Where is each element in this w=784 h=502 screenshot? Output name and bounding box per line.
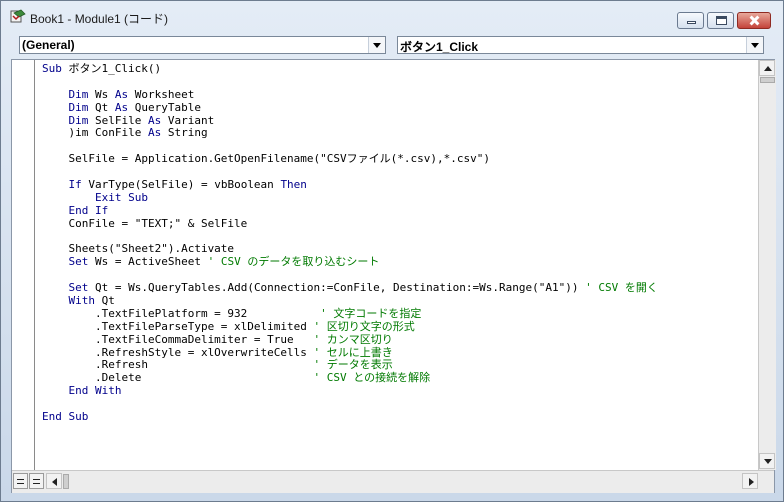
scroll-down-icon[interactable] <box>759 453 775 469</box>
window-title: Book1 - Module1 (コード) <box>30 12 169 26</box>
scroll-up-icon[interactable] <box>759 60 775 76</box>
code-text: .TextFilePlatform = 932 <box>42 306 321 320</box>
code-keyword: As <box>114 87 129 101</box>
code-keyword: As <box>147 113 162 127</box>
code-keyword: Exit Sub <box>94 190 148 204</box>
code-text: .RefreshStyle = xlOverwriteCells <box>42 345 314 359</box>
code-comment: ' カンマ区切り <box>313 332 393 346</box>
code-text: Ws = ActiveSheet <box>88 255 208 269</box>
vba-editor-icon <box>10 9 26 23</box>
code-keyword: Set <box>68 255 89 269</box>
bottom-bar <box>12 470 774 493</box>
maximize-button[interactable] <box>707 12 734 29</box>
code-comment: ' 区切り文字の形式 <box>313 319 415 333</box>
code-text: Worksheet <box>128 87 195 101</box>
code-keyword: With <box>68 294 96 308</box>
code-keyword: If <box>68 178 82 192</box>
code-text: Ws <box>88 87 115 101</box>
code-line[interactable]: End With <box>42 384 742 398</box>
code-line[interactable]: ConFile = "TEXT;" & SelFile <box>42 216 742 231</box>
code-text: .TextFileParseType = xlDelimited <box>42 319 314 333</box>
code-text: QueryTable <box>128 100 201 114</box>
code-line[interactable]: Set Qt = Ws.QueryTables.Add(Connection:=… <box>42 281 742 295</box>
code-line[interactable]: SelFile = Application.GetOpenFilename("C… <box>42 152 742 166</box>
code-keyword: As <box>114 100 129 114</box>
code-keyword: Dim <box>68 100 89 114</box>
code-window: Book1 - Module1 (コード) (General) ボタン1_Cli… <box>0 0 784 502</box>
code-text: Sheets("Sheet2").Activate <box>42 242 235 256</box>
code-text: )im ConFile <box>42 126 148 140</box>
code-text: ボタン1_Click() <box>61 63 162 75</box>
code-text: .Delete <box>42 371 314 385</box>
code-keyword: Dim <box>68 113 89 127</box>
code-keyword: End Sub <box>42 410 89 424</box>
code-editor[interactable]: Sub ボタン1_Click() Dim Ws As Worksheet Dim… <box>11 59 776 493</box>
object-dropdown-value: (General) <box>22 38 75 52</box>
code-keyword: End If <box>68 203 109 217</box>
code-line[interactable]: End Sub <box>42 410 742 424</box>
horizontal-scroll-thumb[interactable] <box>63 474 69 489</box>
code-keyword: As <box>147 126 162 140</box>
code-keyword: Then <box>280 178 307 192</box>
code-keyword: Sub <box>42 63 62 75</box>
code-text: Variant <box>161 113 215 127</box>
scroll-right-icon[interactable] <box>742 473 758 489</box>
code-text: Qt <box>95 294 115 308</box>
code-text: .TextFileCommaDelimiter = True <box>42 332 314 346</box>
code-comment: ' 文字コードを指定 <box>320 306 422 320</box>
scroll-left-icon[interactable] <box>46 473 62 489</box>
chevron-down-icon[interactable] <box>746 37 763 53</box>
code-keyword: Dim <box>68 87 89 101</box>
code-text: SelFile <box>88 113 148 127</box>
close-button[interactable] <box>737 12 771 29</box>
code-line[interactable]: Exit Sub <box>42 190 742 205</box>
code-comment: ' CSV を開く <box>585 281 658 295</box>
code-line[interactable]: )im ConFile As String <box>42 127 742 140</box>
code-text: String <box>161 126 208 140</box>
procedure-dropdown-value: ボタン1_Click <box>400 40 479 54</box>
object-dropdown[interactable]: (General) <box>19 36 386 54</box>
minimize-button[interactable] <box>677 12 704 29</box>
title-bar[interactable]: Book1 - Module1 (コード) <box>1 1 783 31</box>
code-line[interactable]: Set Ws = ActiveSheet ' CSV のデータを取り込むシート <box>42 255 742 269</box>
procedure-view-icon[interactable] <box>13 473 28 489</box>
code-text-area[interactable]: Sub ボタン1_Click() Dim Ws As Worksheet Dim… <box>42 63 742 468</box>
vertical-scrollbar[interactable] <box>758 60 776 470</box>
chevron-down-icon[interactable] <box>368 37 385 53</box>
code-text: VarType(SelFile) = vbBoolean <box>81 178 281 192</box>
code-text: ConFile = "TEXT;" & SelFile <box>42 216 248 230</box>
code-text: .Refresh <box>42 358 314 372</box>
code-line[interactable] <box>42 398 742 411</box>
code-keyword: End With <box>68 384 122 398</box>
code-comment: ' データを表示 <box>313 358 393 372</box>
full-module-view-icon[interactable] <box>29 473 44 489</box>
code-text: Qt <box>88 100 115 114</box>
vertical-scroll-thumb[interactable] <box>760 77 775 83</box>
code-text: Qt = Ws.QueryTables.Add(Connection:=ConF… <box>88 281 586 295</box>
code-comment: ' CSV との接続を解除 <box>313 371 431 385</box>
code-line[interactable]: .Delete ' CSV との接続を解除 <box>42 371 742 385</box>
margin-indicator-bar[interactable] <box>12 60 35 470</box>
code-comment: ' CSV のデータを取り込むシート <box>207 255 380 269</box>
horizontal-scrollbar[interactable] <box>46 473 758 490</box>
procedure-dropdown[interactable]: ボタン1_Click <box>397 36 764 54</box>
code-line[interactable]: Sub ボタン1_Click() <box>42 63 742 76</box>
code-keyword: Set <box>68 281 89 295</box>
code-comment: ' セルに上書き <box>313 345 393 359</box>
code-text: SelFile = Application.GetOpenFilename("C… <box>42 152 490 166</box>
